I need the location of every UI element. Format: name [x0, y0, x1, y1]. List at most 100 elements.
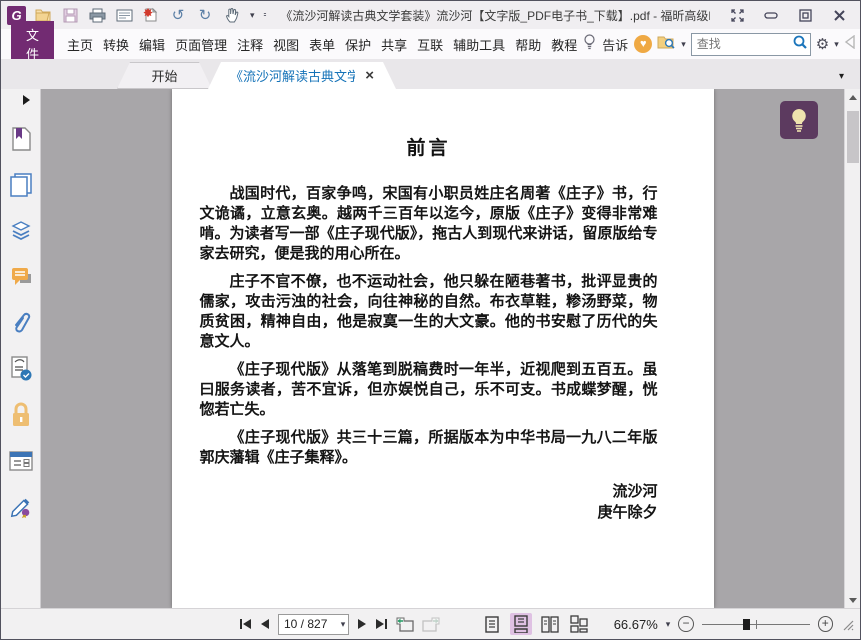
- page-number-caret-icon[interactable]: ▾: [341, 619, 346, 629]
- tell-me-label[interactable]: 告诉: [602, 35, 629, 54]
- menu-home[interactable]: 主页: [62, 31, 98, 58]
- zoom-slider-thumb[interactable]: [742, 619, 750, 630]
- security-lock-icon[interactable]: [9, 402, 33, 427]
- page-thumbnails-icon[interactable]: [9, 173, 33, 197]
- zoom-out-button[interactable]: −: [678, 616, 694, 632]
- customize-toolbar-icon[interactable]: ⹀: [264, 10, 267, 20]
- favorite-heart-icon[interactable]: ♥: [634, 35, 653, 53]
- page-body: 战国时代，百家争鸣，宋国有小职员姓庄名周著《庄子》书，行文诡谲，立意玄奥。越两千…: [200, 184, 658, 468]
- menu-help[interactable]: 帮助: [510, 31, 546, 58]
- gear-icon[interactable]: ⚙: [816, 37, 829, 52]
- last-page-button[interactable]: [375, 614, 388, 634]
- zoom-in-button[interactable]: +: [817, 616, 834, 632]
- quick-access-toolbar: ↺ ↻ ▾ ⹀: [34, 6, 266, 24]
- menu-view[interactable]: 视图: [268, 31, 304, 58]
- page-heading: 前言: [406, 138, 451, 159]
- find-input[interactable]: [696, 37, 792, 51]
- menu-share[interactable]: 共享: [376, 31, 412, 58]
- window-controls: [722, 4, 854, 26]
- minimize-button[interactable]: [756, 4, 786, 26]
- menu-tutorial[interactable]: 教程: [546, 31, 582, 58]
- author-signature: 流沙河: [612, 484, 658, 500]
- tab-list-caret-icon[interactable]: ▾: [839, 71, 844, 82]
- vertical-scrollbar[interactable]: [844, 89, 860, 608]
- previous-view-button[interactable]: [396, 614, 414, 634]
- scrollbar-thumb[interactable]: [846, 111, 859, 163]
- search-folder-icon[interactable]: [657, 34, 676, 55]
- menu-accessibility[interactable]: 辅助工具: [448, 31, 510, 58]
- tip-lightbulb-icon[interactable]: [582, 33, 597, 55]
- create-pdf-icon[interactable]: [142, 6, 160, 24]
- menu-protect[interactable]: 保护: [340, 31, 376, 58]
- tab-start[interactable]: 开始: [117, 62, 212, 89]
- paragraph: 庄子不官不僚，也不运动社会，他只躲在陋巷著书，批评显贵的儒家，攻击污浊的社会，向…: [199, 274, 658, 350]
- comments-icon[interactable]: [9, 265, 33, 289]
- zoom-percentage[interactable]: 66.67%: [614, 617, 658, 632]
- tab-close-icon[interactable]: ×: [365, 68, 374, 83]
- statusbar: ▾ 66.67% ▾ − +: [1, 608, 860, 639]
- zoom-caret-icon[interactable]: ▾: [666, 619, 671, 629]
- paragraph: 《庄子现代版》从落笔到脱稿费时一年半，近视爬到五百五。虽曰服务读者，苦不宜诉，但…: [199, 362, 658, 418]
- hand-tool-caret-icon[interactable]: ▾: [250, 10, 255, 20]
- tab-document[interactable]: 《流沙河解读古典文学... ×: [208, 62, 396, 89]
- menubar: 文件 主页 转换 编辑 页面管理 注释 视图 表单 保护 共享 互联 辅助工具 …: [1, 21, 861, 67]
- fullscreen-button[interactable]: [722, 4, 752, 26]
- print-icon[interactable]: [88, 6, 106, 24]
- search-icon[interactable]: [792, 34, 808, 55]
- continuous-facing-view-button[interactable]: [569, 613, 590, 635]
- window-title: 《流沙河解读古典文学套装》流沙河【文字版_PDF电子书_下载】.pdf - 福昕…: [280, 8, 711, 23]
- zoom-slider[interactable]: [701, 617, 810, 631]
- email-icon[interactable]: [115, 6, 133, 24]
- document-tabbar: 开始 《流沙河解读古典文学... × ▾: [1, 59, 860, 89]
- redo-icon[interactable]: ↻: [196, 6, 214, 24]
- layers-icon[interactable]: [9, 219, 33, 243]
- digital-signatures-icon[interactable]: [9, 356, 33, 381]
- previous-page-button[interactable]: [260, 614, 270, 634]
- scroll-up-icon[interactable]: [845, 89, 861, 105]
- menubar-right-tools: 告诉 ♥ ▾ ⚙ ▾: [582, 32, 861, 57]
- assistant-lightbulb-button[interactable]: [780, 101, 818, 139]
- restore-button[interactable]: [790, 4, 820, 26]
- paragraph: 《庄子现代版》共三十三篇，所据版本为中华书局一九八二年版郭庆藩辑《庄子集释》。: [199, 430, 658, 466]
- resize-grip-icon[interactable]: [841, 614, 854, 634]
- gear-caret-icon[interactable]: ▾: [834, 39, 839, 49]
- facing-view-button[interactable]: [540, 613, 561, 635]
- document-view[interactable]: 前言 战国时代，百家争鸣，宋国有小职员姓庄名周著《庄子》书，行文诡谲，立意玄奥。…: [41, 89, 844, 608]
- pdf-page: 前言 战国时代，百家争鸣，宋国有小职员姓庄名周著《庄子》书，行文诡谲，立意玄奥。…: [171, 89, 714, 608]
- page-number-box: ▾: [278, 613, 350, 635]
- bookmarks-icon[interactable]: [9, 127, 33, 151]
- signature-date: 庚午除夕: [597, 505, 658, 521]
- attachments-icon[interactable]: [9, 311, 33, 335]
- tab-start-label: 开始: [151, 69, 178, 84]
- close-button[interactable]: [824, 4, 854, 26]
- next-view-button[interactable]: [422, 614, 440, 634]
- continuous-view-button[interactable]: [510, 613, 532, 635]
- save-icon[interactable]: [61, 6, 79, 24]
- find-box: [690, 32, 811, 56]
- expand-panel-icon[interactable]: [23, 95, 30, 105]
- scroll-down-icon[interactable]: [845, 592, 861, 608]
- single-page-view-button[interactable]: [481, 613, 502, 635]
- signature-pen-icon[interactable]: [9, 495, 33, 519]
- menu-form[interactable]: 表单: [304, 31, 340, 58]
- first-page-button[interactable]: [239, 614, 252, 634]
- hand-tool-icon[interactable]: [223, 6, 241, 24]
- next-page-button[interactable]: [357, 614, 367, 634]
- navigation-sidebar: [1, 89, 41, 608]
- titlebar: G ↺ ↻ ▾ ⹀ 《流沙河解读古典文学套装》流沙河【文字版_PDF电子书_下载…: [1, 1, 860, 29]
- menu-items: 主页 转换 编辑 页面管理 注释 视图 表单 保护 共享 互联 辅助工具 帮助 …: [62, 31, 582, 58]
- main-area: 前言 战国时代，百家争鸣，宋国有小职员姓庄名周著《庄子》书，行文诡谲，立意玄奥。…: [1, 89, 860, 608]
- menu-page-management[interactable]: 页面管理: [170, 31, 232, 58]
- tab-document-label: 《流沙河解读古典文学...: [230, 69, 356, 84]
- menu-convert[interactable]: 转换: [98, 31, 134, 58]
- paragraph: 战国时代，百家争鸣，宋国有小职员姓庄名周著《庄子》书，行文诡谲，立意玄奥。越两千…: [199, 186, 658, 262]
- form-fields-icon[interactable]: [8, 449, 33, 473]
- app-window: G ↺ ↻ ▾ ⹀ 《流沙河解读古典文学套装》流沙河【文字版_PDF电子书_下载…: [0, 0, 861, 640]
- menu-connect[interactable]: 互联: [412, 31, 448, 58]
- search-folder-caret-icon[interactable]: ▾: [681, 39, 686, 49]
- page-number-input[interactable]: [279, 617, 337, 631]
- undo-icon[interactable]: ↺: [169, 6, 187, 24]
- menu-comment[interactable]: 注释: [232, 31, 268, 58]
- menu-edit[interactable]: 编辑: [134, 31, 170, 58]
- nav-back-icon[interactable]: [844, 34, 856, 54]
